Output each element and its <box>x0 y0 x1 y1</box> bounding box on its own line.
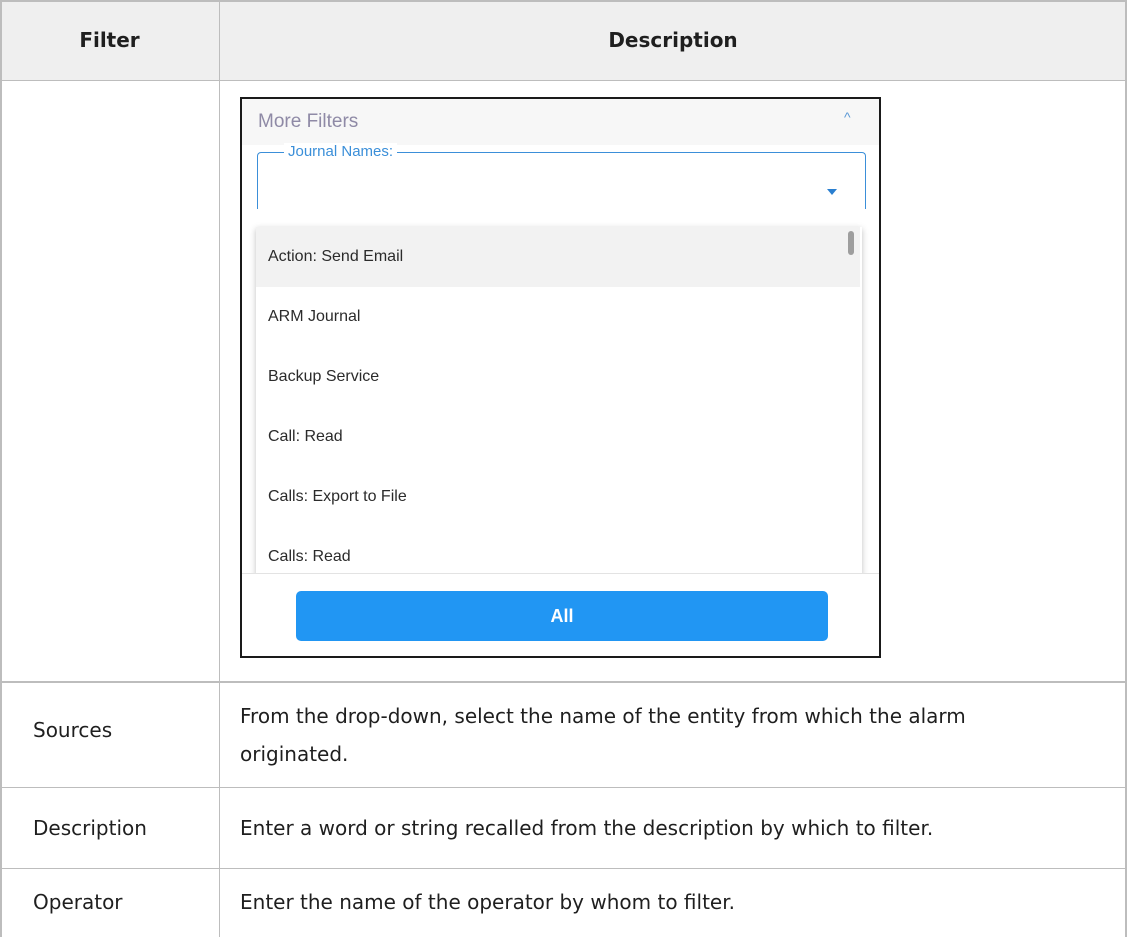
row-divider <box>0 80 1127 81</box>
more-filters-title: More Filters <box>258 111 359 132</box>
header-description: Description <box>608 28 738 52</box>
operator-row-text: Enter the name of the operator by whom t… <box>240 890 735 914</box>
list-item[interactable]: Calls: Export to File <box>256 467 860 527</box>
description-row-text: Enter a word or string recalled from the… <box>240 816 934 840</box>
dropdown-arrow-icon[interactable] <box>827 189 837 195</box>
row-divider <box>0 868 1127 869</box>
journal-names-dropdown: Action: Send Email ARM Journal Backup Se… <box>256 227 862 575</box>
header-filter: Filter <box>79 28 140 52</box>
list-item[interactable]: Call: Read <box>256 407 860 467</box>
row-divider <box>0 681 1127 683</box>
row-divider <box>0 787 1127 788</box>
collapse-chevron-icon[interactable]: ^ <box>844 109 851 125</box>
sources-description: From the drop-down, select the name of t… <box>240 697 1120 773</box>
table-border-top <box>0 0 1127 2</box>
filter-description: Description <box>33 816 147 840</box>
list-item[interactable]: ARM Journal <box>256 287 860 347</box>
table-border-left <box>0 0 2 937</box>
dropdown-scrollbar[interactable] <box>848 231 854 255</box>
filter-description-table: Filter Description More Filters ^ Journa… <box>0 0 1127 937</box>
filter-sources: Sources <box>33 718 113 742</box>
journal-names-field[interactable] <box>257 152 866 209</box>
sources-description-line: originated. <box>240 742 349 766</box>
list-item[interactable]: Calls: Read <box>256 527 860 575</box>
list-item[interactable]: Action: Send Email <box>256 227 860 287</box>
list-item[interactable]: Backup Service <box>256 347 860 407</box>
all-button[interactable]: All <box>296 591 828 641</box>
journal-names-label: Journal Names: <box>284 143 398 160</box>
sources-description-line: From the drop-down, select the name of t… <box>240 704 966 728</box>
filter-operator: Operator <box>33 890 123 914</box>
more-filters-screenshot: More Filters ^ Journal Names: Action: Se… <box>240 97 881 658</box>
column-divider <box>219 0 220 937</box>
